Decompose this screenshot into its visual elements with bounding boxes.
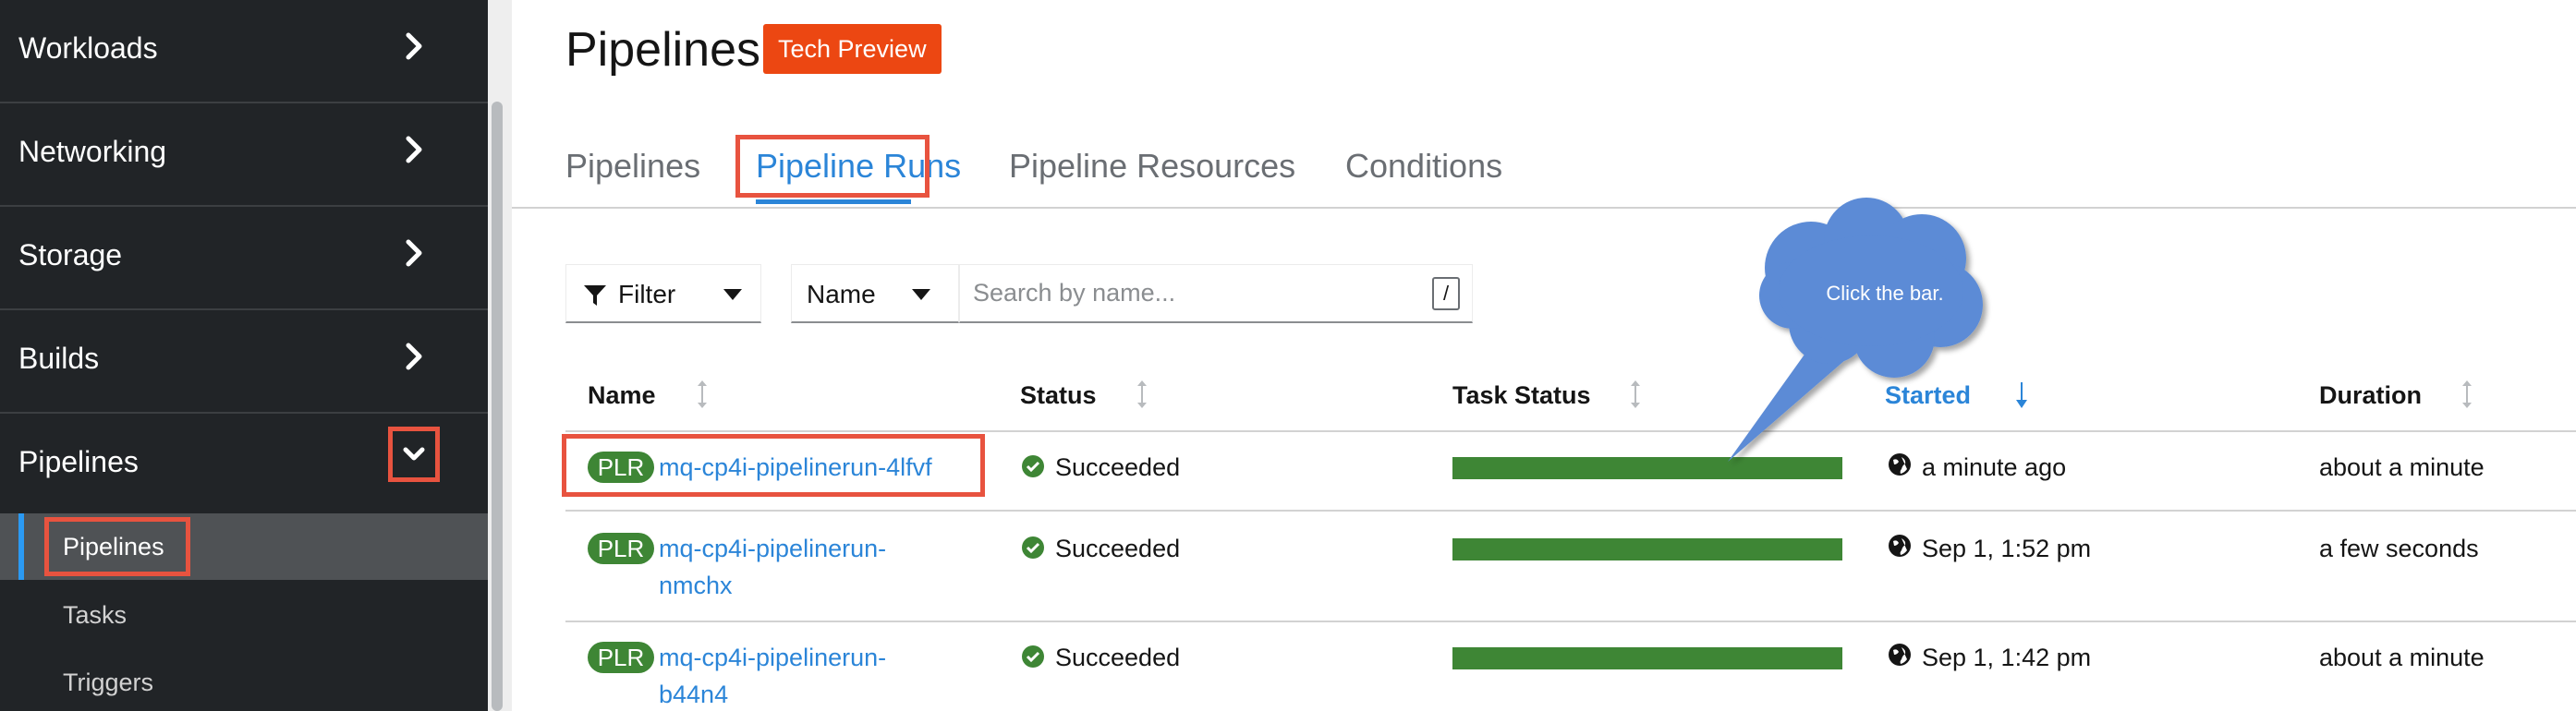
sidebar-nav: Workloads Networking Storage Builds Pipe… [0,0,488,711]
sidebar-item-label: Networking [18,135,167,168]
sidebar-subitem-pipelines[interactable]: Pipelines [0,513,488,580]
name-select-label: Name [807,280,876,308]
chevron-down-icon[interactable] [388,427,440,482]
started-time: Sep 1, 1:42 pm [1922,644,2092,671]
filter-button[interactable]: Filter [565,264,761,323]
active-indicator [18,513,24,580]
caret-down-icon [912,289,930,300]
sidebar-subitem-label: Triggers [63,669,154,696]
pipeline-run-link[interactable]: mq-cp4i-pipelinerun-nmchx [659,530,927,604]
tabs-divider [512,207,2576,209]
sidebar-item-builds[interactable]: Builds [0,310,488,414]
sidebar-item-storage[interactable]: Storage [0,207,488,310]
status-text: Succeeded [1055,453,1181,481]
sort-icon[interactable] [2458,379,2476,410]
tab-pipeline-resources[interactable]: Pipeline Resources [1009,146,1295,187]
plr-badge: PLR [588,533,654,564]
row-divider [565,510,2576,512]
plr-badge: PLR [588,642,654,673]
tab-pipelines[interactable]: Pipelines [565,146,700,187]
highlight-box [44,517,190,576]
row-divider [565,621,2576,622]
globe-icon [1889,535,1911,557]
column-header-status[interactable]: Status [1020,379,1097,412]
callout-cloud [1728,198,1983,462]
status-text: Succeeded [1055,644,1181,671]
check-circle-icon [1022,455,1044,477]
chevron-right-icon [397,235,431,271]
task-status-bar[interactable] [1452,538,1842,560]
tech-preview-badge: Tech Preview [763,24,942,74]
pipeline-run-link[interactable]: mq-cp4i-pipelinerun-b44n4 [659,639,927,711]
sidebar-item-label: Builds [18,342,100,375]
tab-conditions[interactable]: Conditions [1345,146,1502,187]
highlight-box [562,434,985,497]
sidebar-item-networking[interactable]: Networking [0,103,488,207]
sidebar-subitem-triggers[interactable]: Triggers [0,649,488,711]
caret-down-icon [723,289,742,300]
sort-icon[interactable] [1626,379,1645,410]
callout-text: Click the bar. [1826,282,1944,305]
chevron-right-icon [397,131,431,168]
sort-icon[interactable] [693,379,711,410]
sidebar-subitem-label: Tasks [63,601,128,629]
task-status-bar[interactable] [1452,647,1842,669]
column-header-duration[interactable]: Duration [2319,379,2422,412]
column-header-task-status[interactable]: Task Status [1452,379,1591,412]
chevron-right-icon [397,28,431,65]
sidebar-subitem-tasks[interactable]: Tasks [0,582,488,648]
status-text: Succeeded [1055,535,1181,562]
sidebar-item-label: Workloads [18,31,158,65]
name-filter-select[interactable]: Name [791,264,959,323]
check-circle-icon [1022,645,1044,668]
search-input[interactable] [959,264,1473,323]
page-title: Pipelines [565,23,761,77]
duration-text: a few seconds [2319,535,2479,562]
highlight-box [735,135,930,198]
sort-icon[interactable] [1133,379,1151,410]
filter-label: Filter [618,280,676,308]
chevron-right-icon [397,338,431,375]
table-header-divider [565,430,2576,432]
sidebar-item-label: Storage [18,238,123,271]
sidebar-scrollbar-thumb[interactable] [492,102,503,711]
sidebar-item-workloads[interactable]: Workloads [0,0,488,103]
check-circle-icon [1022,536,1044,559]
started-time: Sep 1, 1:52 pm [1922,535,2092,562]
duration-text: about a minute [2319,644,2485,671]
active-tab-indicator [756,199,911,204]
globe-icon [1889,644,1911,666]
main-content: Pipelines Tech Preview Pipelines Pipelin… [512,0,2576,711]
filter-icon [584,285,606,306]
column-header-name[interactable]: Name [588,379,656,412]
keyboard-shortcut-hint: / [1432,277,1460,310]
duration-text: about a minute [2319,453,2485,481]
sidebar-item-label: Pipelines [18,445,139,478]
